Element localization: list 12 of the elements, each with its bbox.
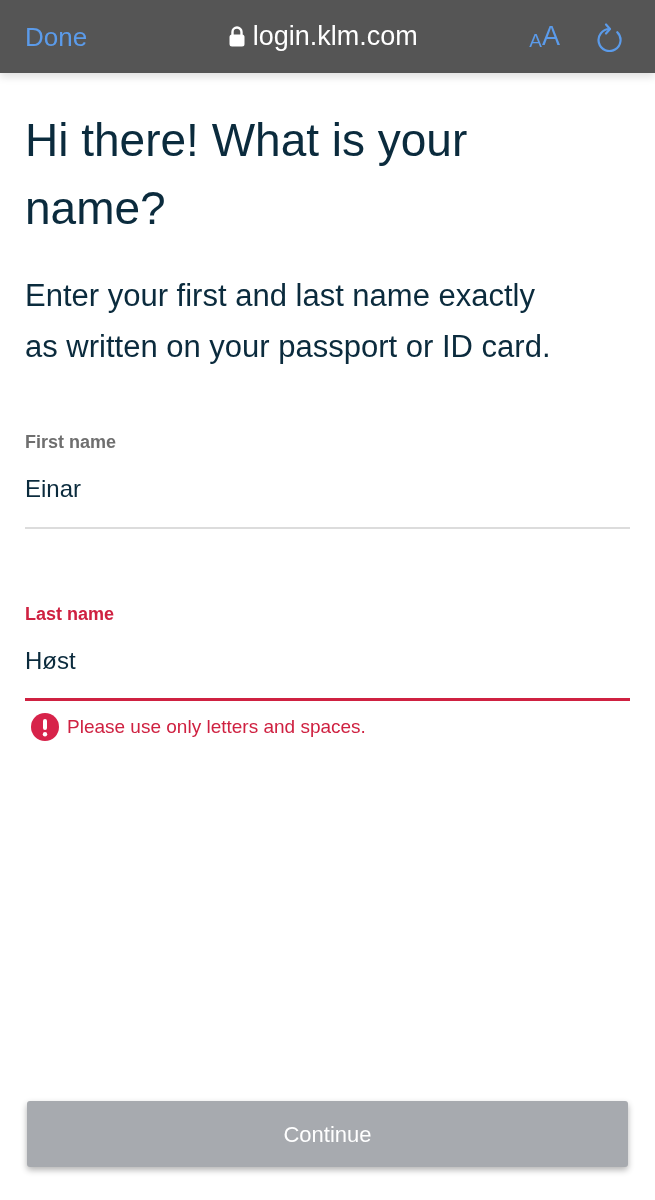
done-button[interactable]: Done — [25, 23, 88, 50]
error-message: Please use only letters and spaces. — [67, 715, 366, 739]
text-field[interactable]: Einar — [25, 474, 630, 529]
page-heading: Hi there! What is your name? — [25, 113, 469, 236]
field-label: Last name — [25, 603, 115, 626]
reload-icon[interactable] — [596, 21, 623, 52]
intro-text: Enter your first and last name exactly as written on your passport or ID card. — [25, 277, 552, 366]
field-label: First name — [25, 431, 117, 454]
url-text: login.klm.com — [252, 23, 418, 50]
text-size-button[interactable]: AA — [529, 23, 560, 50]
text-field[interactable]: Høst — [25, 646, 630, 701]
error-icon — [31, 713, 59, 742]
